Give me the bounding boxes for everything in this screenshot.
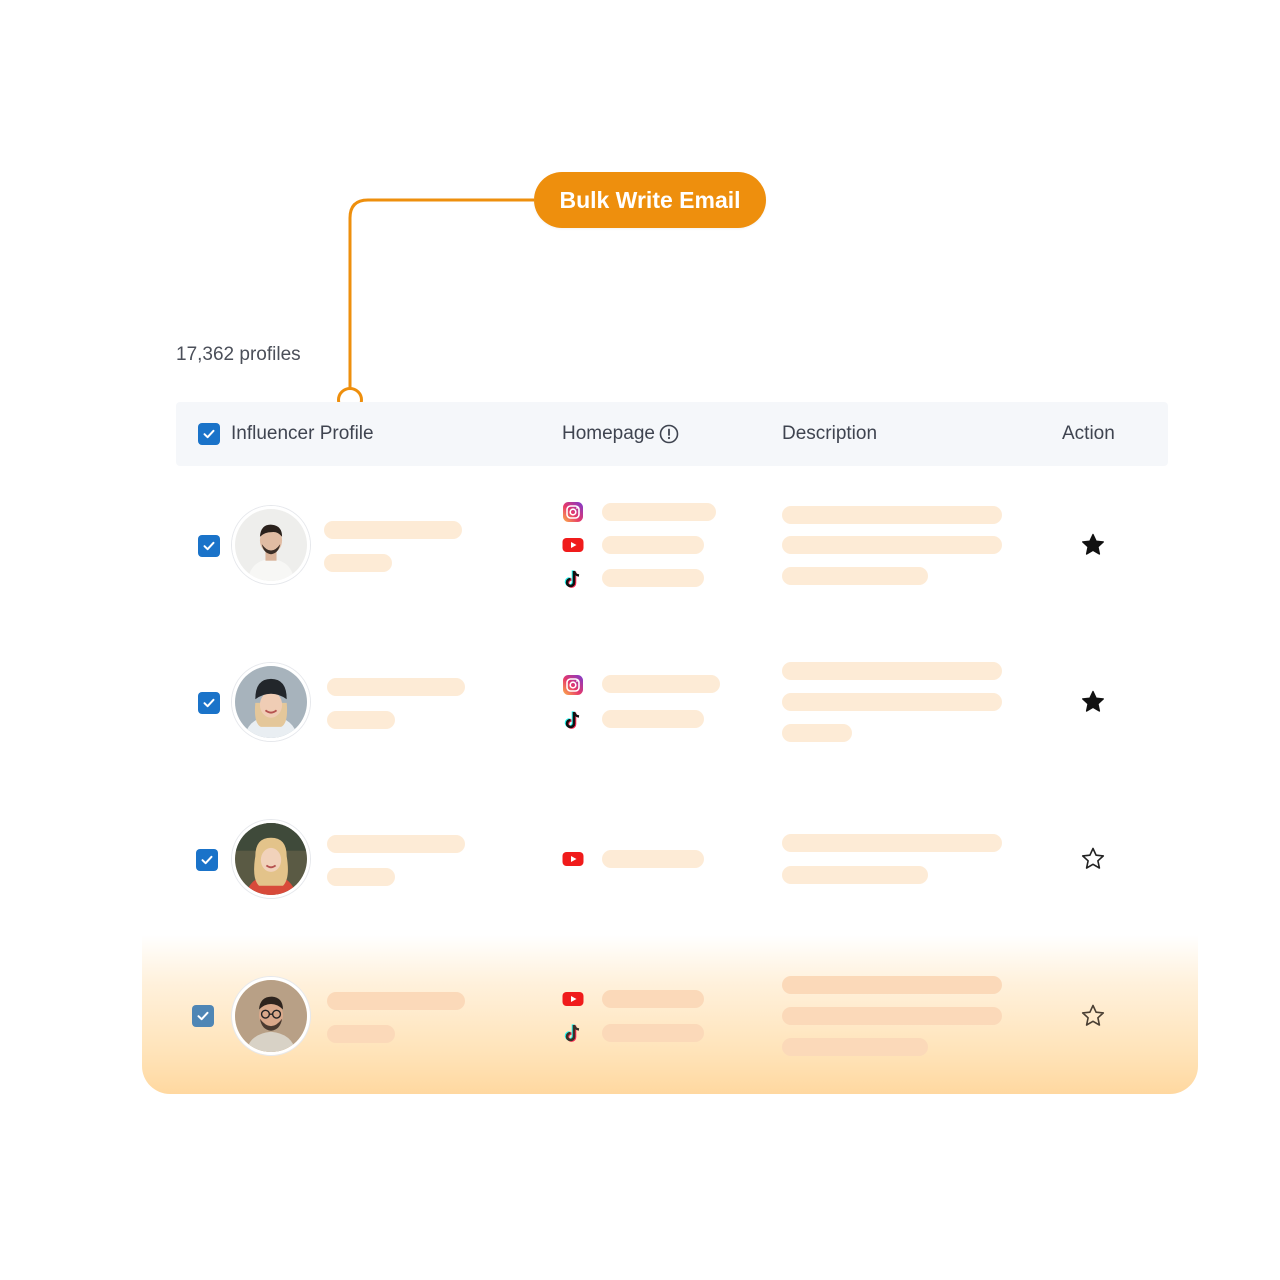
handle-placeholder xyxy=(327,711,395,729)
tiktok-icon[interactable] xyxy=(562,568,584,590)
bulk-write-email-button[interactable]: Bulk Write Email xyxy=(534,172,766,228)
link-placeholder xyxy=(602,569,704,587)
avatar-man-short-hair xyxy=(235,509,307,581)
avatar[interactable] xyxy=(232,663,310,741)
link-placeholder xyxy=(602,850,704,868)
description-placeholder xyxy=(782,506,1002,524)
avatar-woman-beanie xyxy=(235,666,307,738)
row-checkbox[interactable] xyxy=(196,849,218,871)
column-action: Action xyxy=(1062,423,1115,444)
handle-placeholder xyxy=(327,1025,395,1043)
name-placeholder xyxy=(327,835,465,853)
tiktok-icon[interactable] xyxy=(562,709,584,731)
youtube-icon[interactable] xyxy=(562,848,584,870)
link-placeholder xyxy=(602,990,704,1008)
avatar-man-glasses-beard xyxy=(235,980,307,1052)
row-checkbox[interactable] xyxy=(198,692,220,714)
description-placeholder xyxy=(782,662,1002,680)
name-placeholder xyxy=(327,992,465,1010)
table-row[interactable] xyxy=(176,790,1168,930)
handle-placeholder xyxy=(324,554,392,572)
column-homepage-label: Homepage xyxy=(562,423,655,444)
description-placeholder xyxy=(782,693,1002,711)
star-outline-icon[interactable] xyxy=(1080,846,1106,872)
column-influencer-profile: Influencer Profile xyxy=(231,423,374,444)
description-placeholder xyxy=(782,976,1002,994)
description-placeholder xyxy=(782,834,1002,852)
name-placeholder xyxy=(324,521,462,539)
link-placeholder xyxy=(602,503,716,521)
description-placeholder xyxy=(782,1038,928,1056)
table-row[interactable] xyxy=(176,633,1168,773)
avatar-woman-blonde xyxy=(235,823,307,895)
table-header: Influencer Profile Homepage Description … xyxy=(176,402,1168,466)
description-placeholder xyxy=(782,724,852,742)
check-icon xyxy=(203,698,215,708)
avatar[interactable] xyxy=(232,506,310,584)
youtube-icon[interactable] xyxy=(562,988,584,1010)
instagram-icon[interactable] xyxy=(562,501,584,523)
handle-placeholder xyxy=(327,868,395,886)
check-icon xyxy=(203,541,215,551)
table-row[interactable] xyxy=(176,476,1168,616)
description-placeholder xyxy=(782,866,928,884)
tiktok-icon[interactable] xyxy=(562,1022,584,1044)
link-placeholder xyxy=(602,1024,704,1042)
table-row[interactable] xyxy=(176,947,1168,1087)
description-placeholder xyxy=(782,1007,1002,1025)
avatar[interactable] xyxy=(232,820,310,898)
check-icon xyxy=(203,429,215,439)
star-outline-icon[interactable] xyxy=(1080,1003,1106,1029)
star-filled-icon[interactable] xyxy=(1080,532,1106,558)
description-placeholder xyxy=(782,567,928,585)
link-placeholder xyxy=(602,710,704,728)
youtube-icon[interactable] xyxy=(562,534,584,556)
name-placeholder xyxy=(327,678,465,696)
star-filled-icon[interactable] xyxy=(1080,689,1106,715)
profiles-count: 17,362 profiles xyxy=(176,344,301,365)
row-checkbox[interactable] xyxy=(192,1005,214,1027)
instagram-icon[interactable] xyxy=(562,674,584,696)
avatar[interactable] xyxy=(232,977,310,1055)
column-homepage: Homepage xyxy=(562,402,679,466)
link-placeholder xyxy=(602,675,720,693)
select-all-checkbox[interactable] xyxy=(198,423,220,445)
check-icon xyxy=(197,1011,209,1021)
description-placeholder xyxy=(782,536,1002,554)
column-description: Description xyxy=(782,423,878,444)
row-checkbox[interactable] xyxy=(198,535,220,557)
check-icon xyxy=(201,855,213,865)
info-circle-icon[interactable] xyxy=(659,424,679,444)
link-placeholder xyxy=(602,536,704,554)
